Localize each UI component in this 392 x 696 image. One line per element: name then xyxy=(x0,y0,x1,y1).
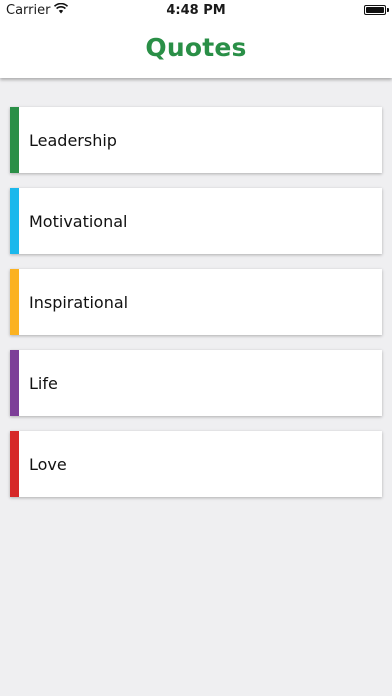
category-item-inspirational[interactable]: Inspirational xyxy=(10,269,382,335)
category-label: Love xyxy=(29,454,67,474)
battery-full-icon xyxy=(364,5,389,15)
category-list: Leadership Motivational Inspirational Li… xyxy=(10,107,382,512)
category-color-bar xyxy=(10,107,19,173)
category-color-bar xyxy=(10,188,19,254)
category-label: Motivational xyxy=(29,211,128,231)
category-item-life[interactable]: Life xyxy=(10,350,382,416)
category-color-bar xyxy=(10,269,19,335)
page-title: Quotes xyxy=(145,33,247,62)
category-color-bar xyxy=(10,350,19,416)
category-item-leadership[interactable]: Leadership xyxy=(10,107,382,173)
category-label: Life xyxy=(29,373,58,393)
category-item-love[interactable]: Love xyxy=(10,431,382,497)
category-label: Leadership xyxy=(29,130,117,150)
status-bar: Carrier 4:48 PM xyxy=(0,0,392,22)
status-time: 4:48 PM xyxy=(166,3,226,18)
category-label: Inspirational xyxy=(29,292,129,312)
category-item-motivational[interactable]: Motivational xyxy=(10,188,382,254)
category-color-bar xyxy=(10,431,19,497)
navigation-bar: Carrier 4:48 PM Quotes xyxy=(0,0,392,78)
